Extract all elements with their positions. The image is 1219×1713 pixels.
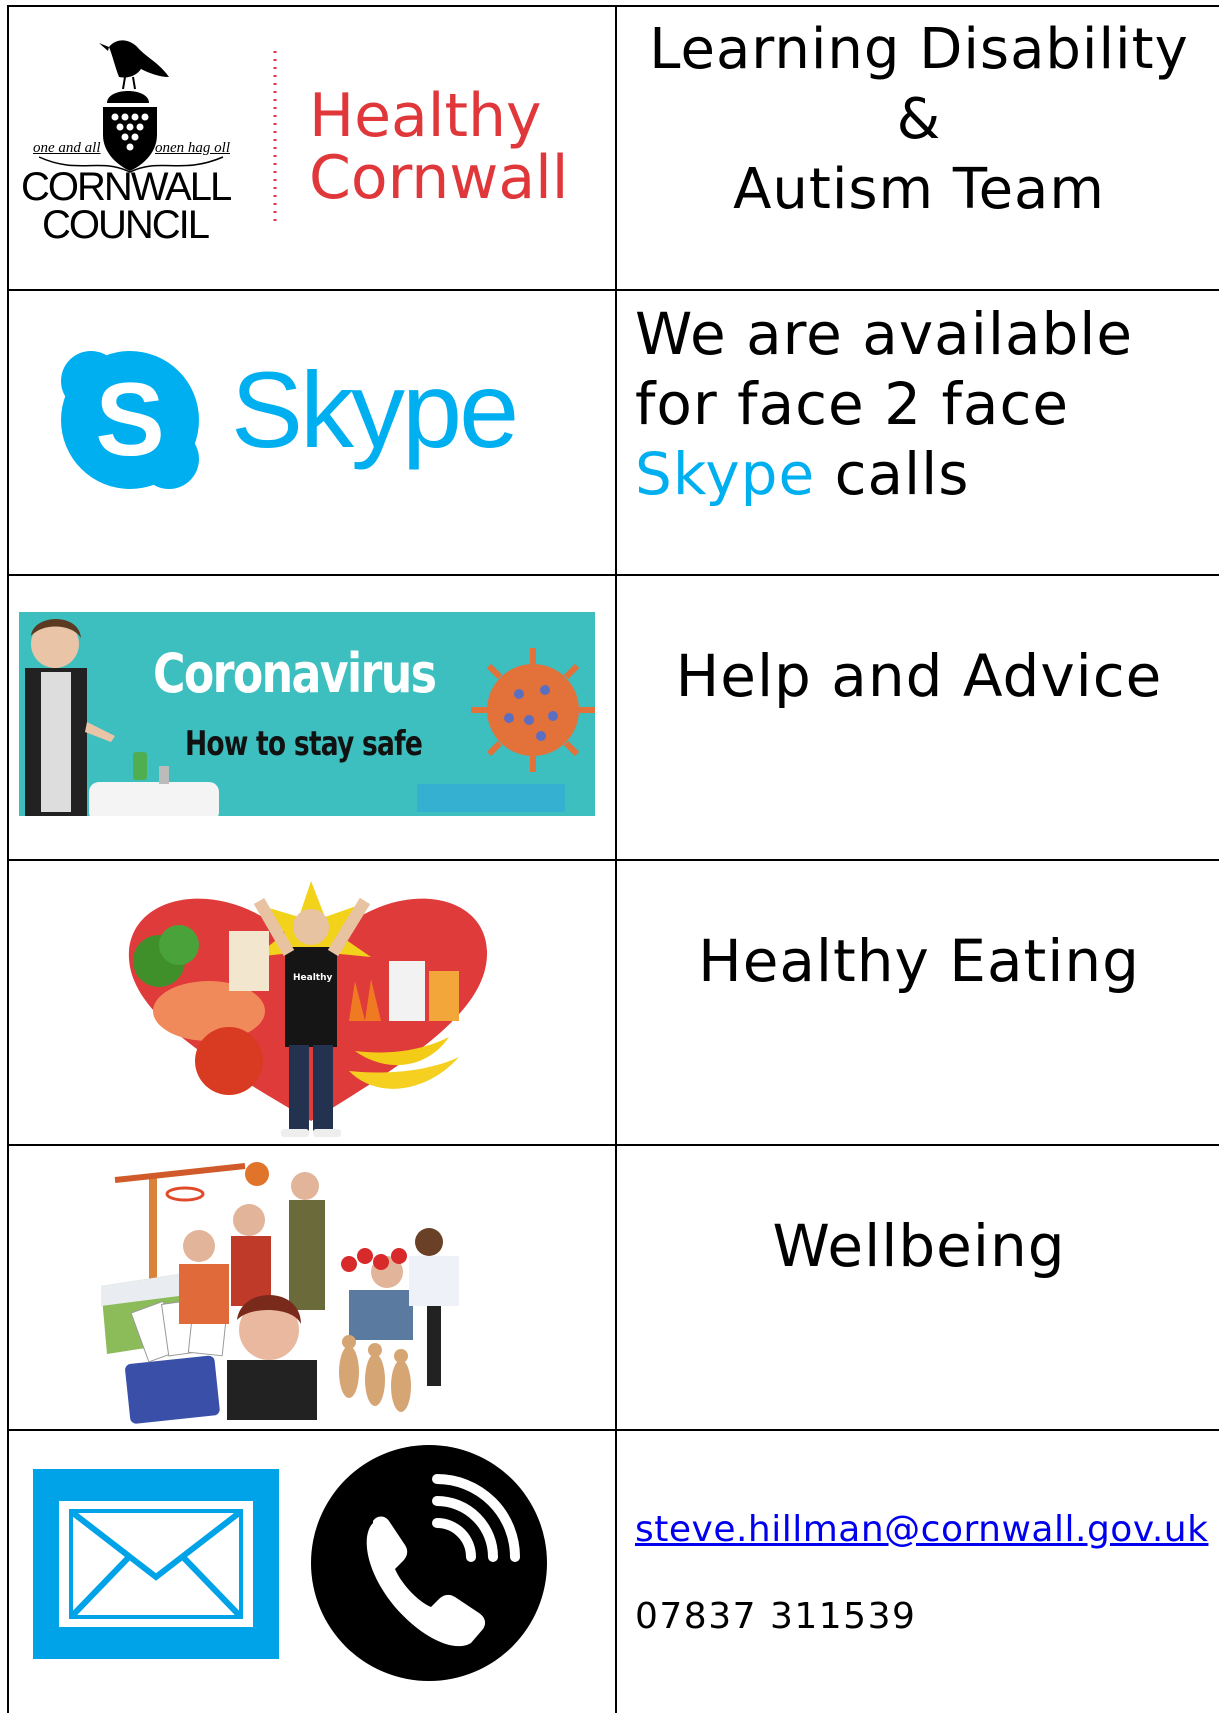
- team-title-cell: Learning Disability & Autism Team: [619, 7, 1219, 289]
- skype-info-cell: We are available for face 2 face Skype c…: [619, 291, 1219, 573]
- logo-cell: one and all onen hag oll CORNWALL COUNCI…: [9, 7, 615, 289]
- skype-availability-text: We are available for face 2 face Skype c…: [635, 299, 1133, 509]
- virus-icon: [471, 648, 595, 772]
- info-grid: one and all onen hag oll CORNWALL COUNCI…: [7, 5, 1219, 1713]
- healthy-eating-illustration: [128, 881, 488, 1137]
- healthy-cornwall-line2: Cornwall: [309, 143, 569, 213]
- availability-line3: Skype calls: [635, 439, 1133, 509]
- wellbeing-cell: Wellbeing: [619, 1146, 1219, 1428]
- coronavirus-banner-cell: Coronavirus How to stay safe: [9, 576, 615, 858]
- skype-logo-cell: S Skype: [9, 291, 615, 573]
- helmet-icon: [107, 91, 149, 103]
- help-advice-label: Help and Advice: [675, 642, 1163, 710]
- chough-icon: [99, 40, 169, 90]
- availability-line1: We are available: [635, 300, 1134, 368]
- phone-number: 07837 311539: [635, 1596, 917, 1637]
- grid-line: [615, 5, 617, 1713]
- wellbeing-label: Wellbeing: [772, 1212, 1066, 1280]
- healthy-eating-label: Healthy Eating: [698, 927, 1140, 995]
- coronavirus-banner: Coronavirus How to stay safe: [19, 612, 595, 816]
- team-title-line1: Learning Disability: [649, 17, 1189, 82]
- motto-right: onen hag oll: [155, 140, 230, 156]
- help-advice-cell: Help and Advice: [619, 576, 1219, 858]
- healthy-eating-cell: Healthy Eating: [619, 861, 1219, 1143]
- people-illustration: [179, 1172, 459, 1420]
- availability-line2: for face 2 face: [635, 370, 1070, 438]
- motto-left: one and all: [33, 140, 101, 156]
- email-link[interactable]: steve.hillman@cornwall.gov.uk: [635, 1509, 1208, 1550]
- contact-icons-cell: [9, 1431, 615, 1713]
- shirt-text: Healthy: [293, 973, 333, 983]
- wellbeing-image-cell: [9, 1146, 615, 1428]
- healthy-eating-image-cell: Healthy: [9, 861, 615, 1143]
- contact-details-cell: steve.hillman@cornwall.gov.uk 07837 3115…: [619, 1431, 1219, 1713]
- phone-icon: [311, 1445, 547, 1681]
- team-title-line3: Autism Team: [733, 157, 1105, 222]
- shield-icon: [103, 107, 157, 171]
- healthy-cornwall-line1: Healthy: [309, 81, 542, 151]
- email-icon: [33, 1469, 279, 1659]
- wellbeing-collage: [101, 1162, 459, 1424]
- team-title: Learning Disability & Autism Team: [619, 15, 1219, 225]
- banner-subtitle: How to stay safe: [185, 724, 423, 764]
- skype-word: Skype: [635, 440, 816, 508]
- skype-wordmark: Skype: [231, 349, 519, 470]
- banner-strip: [417, 784, 565, 812]
- banner-title: Coronavirus: [153, 642, 437, 705]
- team-title-line2: &: [896, 87, 942, 152]
- calls-word: calls: [815, 440, 970, 508]
- contact-icons: [33, 1445, 547, 1681]
- skype-icon-letter: S: [95, 361, 165, 478]
- skittles-icon: [339, 1335, 411, 1412]
- council-name-line2: COUNCIL: [42, 203, 210, 247]
